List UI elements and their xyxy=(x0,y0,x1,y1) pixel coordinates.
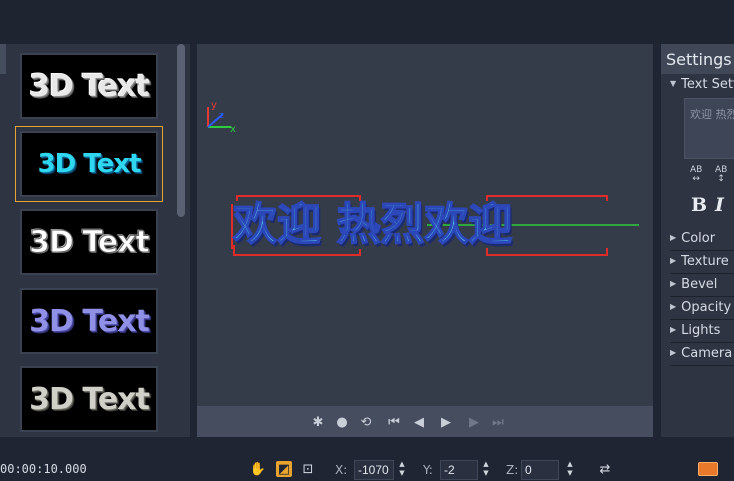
spacing-icon[interactable]: AB ↔ xyxy=(690,166,702,184)
section-label: Opacity xyxy=(681,300,732,315)
preset-silver[interactable]: 3D Text xyxy=(20,366,158,432)
section-label: Color xyxy=(681,231,716,246)
section-label: Bevel xyxy=(681,277,718,292)
hand-tool-icon[interactable]: ✋ xyxy=(250,461,266,477)
divider xyxy=(670,296,734,297)
leading-icon[interactable]: AB ↕ xyxy=(715,166,727,184)
top-bar xyxy=(0,0,734,44)
ab-label: AB xyxy=(715,165,728,175)
bug-icon[interactable]: ✱ xyxy=(309,413,327,431)
preset-white-outline[interactable]: 3D Text xyxy=(20,209,158,275)
section-lights[interactable]: ▶ Lights xyxy=(670,323,720,338)
fit-view-icon[interactable]: ⊡ xyxy=(300,461,316,477)
x-axis-label: x xyxy=(230,124,236,135)
swap-icon[interactable]: ⇄ xyxy=(597,461,613,477)
x-spinner[interactable]: ▲ ▼ xyxy=(397,460,407,480)
bold-button[interactable]: B xyxy=(691,194,707,216)
section-label: Lights xyxy=(681,323,721,338)
settings-header: Settings xyxy=(661,44,734,74)
divider xyxy=(670,273,734,274)
section-opacity[interactable]: ▶ Opacity xyxy=(670,300,731,315)
divider xyxy=(670,342,734,343)
triangle-right-icon: ▶ xyxy=(670,302,677,311)
section-camera[interactable]: ▶ Camera xyxy=(670,346,732,361)
play-icon[interactable]: ▶ xyxy=(437,413,455,431)
render-icon[interactable] xyxy=(698,462,718,476)
triangle-right-icon: ▶ xyxy=(670,325,677,334)
x-label: X: xyxy=(335,463,348,477)
playback-bar: ✱ ● ⟲ ⏮ ◀ ▶ ▶ ⏭ xyxy=(197,406,653,437)
preset-scrollbar[interactable] xyxy=(177,44,185,217)
divider xyxy=(670,250,734,251)
y-label: Y: xyxy=(423,463,433,477)
preset-label: 3D Text xyxy=(37,149,142,179)
z-input[interactable]: 0 xyxy=(521,460,559,480)
section-bevel[interactable]: ▶ Bevel xyxy=(670,277,717,292)
italic-button[interactable]: I xyxy=(715,194,724,216)
divider xyxy=(670,319,734,320)
y-axis-label: y xyxy=(211,100,217,111)
preset-label: 3D Text xyxy=(29,303,150,339)
triangle-right-icon: ▶ xyxy=(670,279,677,288)
select-tool-icon[interactable]: ◩ xyxy=(276,461,292,477)
section-color[interactable]: ▶ Color xyxy=(670,231,715,246)
egg-icon[interactable]: ● xyxy=(333,413,351,431)
preset-label: 3D Text xyxy=(29,68,150,104)
step-forward-icon[interactable]: ▶ xyxy=(465,413,483,431)
bottom-toolbar: 00:00:10.000 ✋ ◩ ⊡ X: -1070 ▲ ▼ Y: -2 ▲ ▼ … xyxy=(0,437,734,481)
preset-panel: 3D Text 3D Text 3D Text 3D Text 3D Text xyxy=(0,44,190,437)
step-back-icon[interactable]: ◀ xyxy=(410,413,428,431)
preset-gold-chrome[interactable]: 3D Text xyxy=(20,53,158,119)
y-spinner[interactable]: ▲ ▼ xyxy=(481,460,491,480)
loop-icon[interactable]: ⟲ xyxy=(357,413,375,431)
preset-label: 3D Text xyxy=(29,224,151,260)
canvas-svg: y x z 欢迎 热烈欢迎 欢迎 热烈欢迎 xyxy=(207,100,639,256)
ab-label: AB xyxy=(690,165,703,175)
settings-title: Settings xyxy=(666,50,732,69)
x-input[interactable]: -1070 xyxy=(354,460,394,480)
preset-purple[interactable]: 3D Text xyxy=(20,288,158,354)
text-preview: 欢迎 热烈欢迎 xyxy=(690,108,734,121)
triangle-right-icon: ▶ xyxy=(670,256,677,265)
triangle-right-icon: ▶ xyxy=(670,348,677,357)
section-label: Camera xyxy=(681,346,733,361)
timecode-display: 00:00:10.000 xyxy=(0,462,87,476)
preset-cyan-selected[interactable]: 3D Text xyxy=(15,126,163,202)
z-spinner[interactable]: ▲ ▼ xyxy=(565,460,575,480)
canvas-title-text[interactable]: 欢迎 热烈欢迎 xyxy=(231,198,513,251)
title-editor-window: 3D Text 3D Text 3D Text 3D Text 3D Text … xyxy=(0,0,734,481)
preview-canvas[interactable]: y x z 欢迎 热烈欢迎 欢迎 热烈欢迎 xyxy=(197,44,653,406)
preset-label: 3D Text xyxy=(29,381,150,417)
axis-gizmo: y x z xyxy=(207,100,236,135)
text-input-box[interactable]: 欢迎 热烈欢迎 xyxy=(684,98,734,159)
triangle-right-icon: ▶ xyxy=(670,233,677,242)
panel-tab-strip[interactable] xyxy=(0,44,6,74)
section-text-settings[interactable]: ▼ Text Settings xyxy=(670,77,734,92)
triangle-down-icon: ▼ xyxy=(670,79,677,88)
z-label: Z: xyxy=(506,463,519,477)
preset-frame: 3D Text xyxy=(20,131,158,197)
divider xyxy=(670,365,734,366)
section-label: Texture xyxy=(681,254,729,269)
settings-panel: Settings ▼Text Settings 欢迎 热烈欢迎 AB↔ AB↕ … xyxy=(661,44,734,437)
section-texture[interactable]: ▶ Texture xyxy=(670,254,729,269)
y-input[interactable]: -2 xyxy=(440,460,478,480)
section-label: Text Settings xyxy=(681,77,734,92)
skip-start-icon[interactable]: ⏮ xyxy=(385,413,403,431)
z-axis-label: z xyxy=(219,111,224,121)
skip-end-icon[interactable]: ⏭ xyxy=(489,413,507,431)
